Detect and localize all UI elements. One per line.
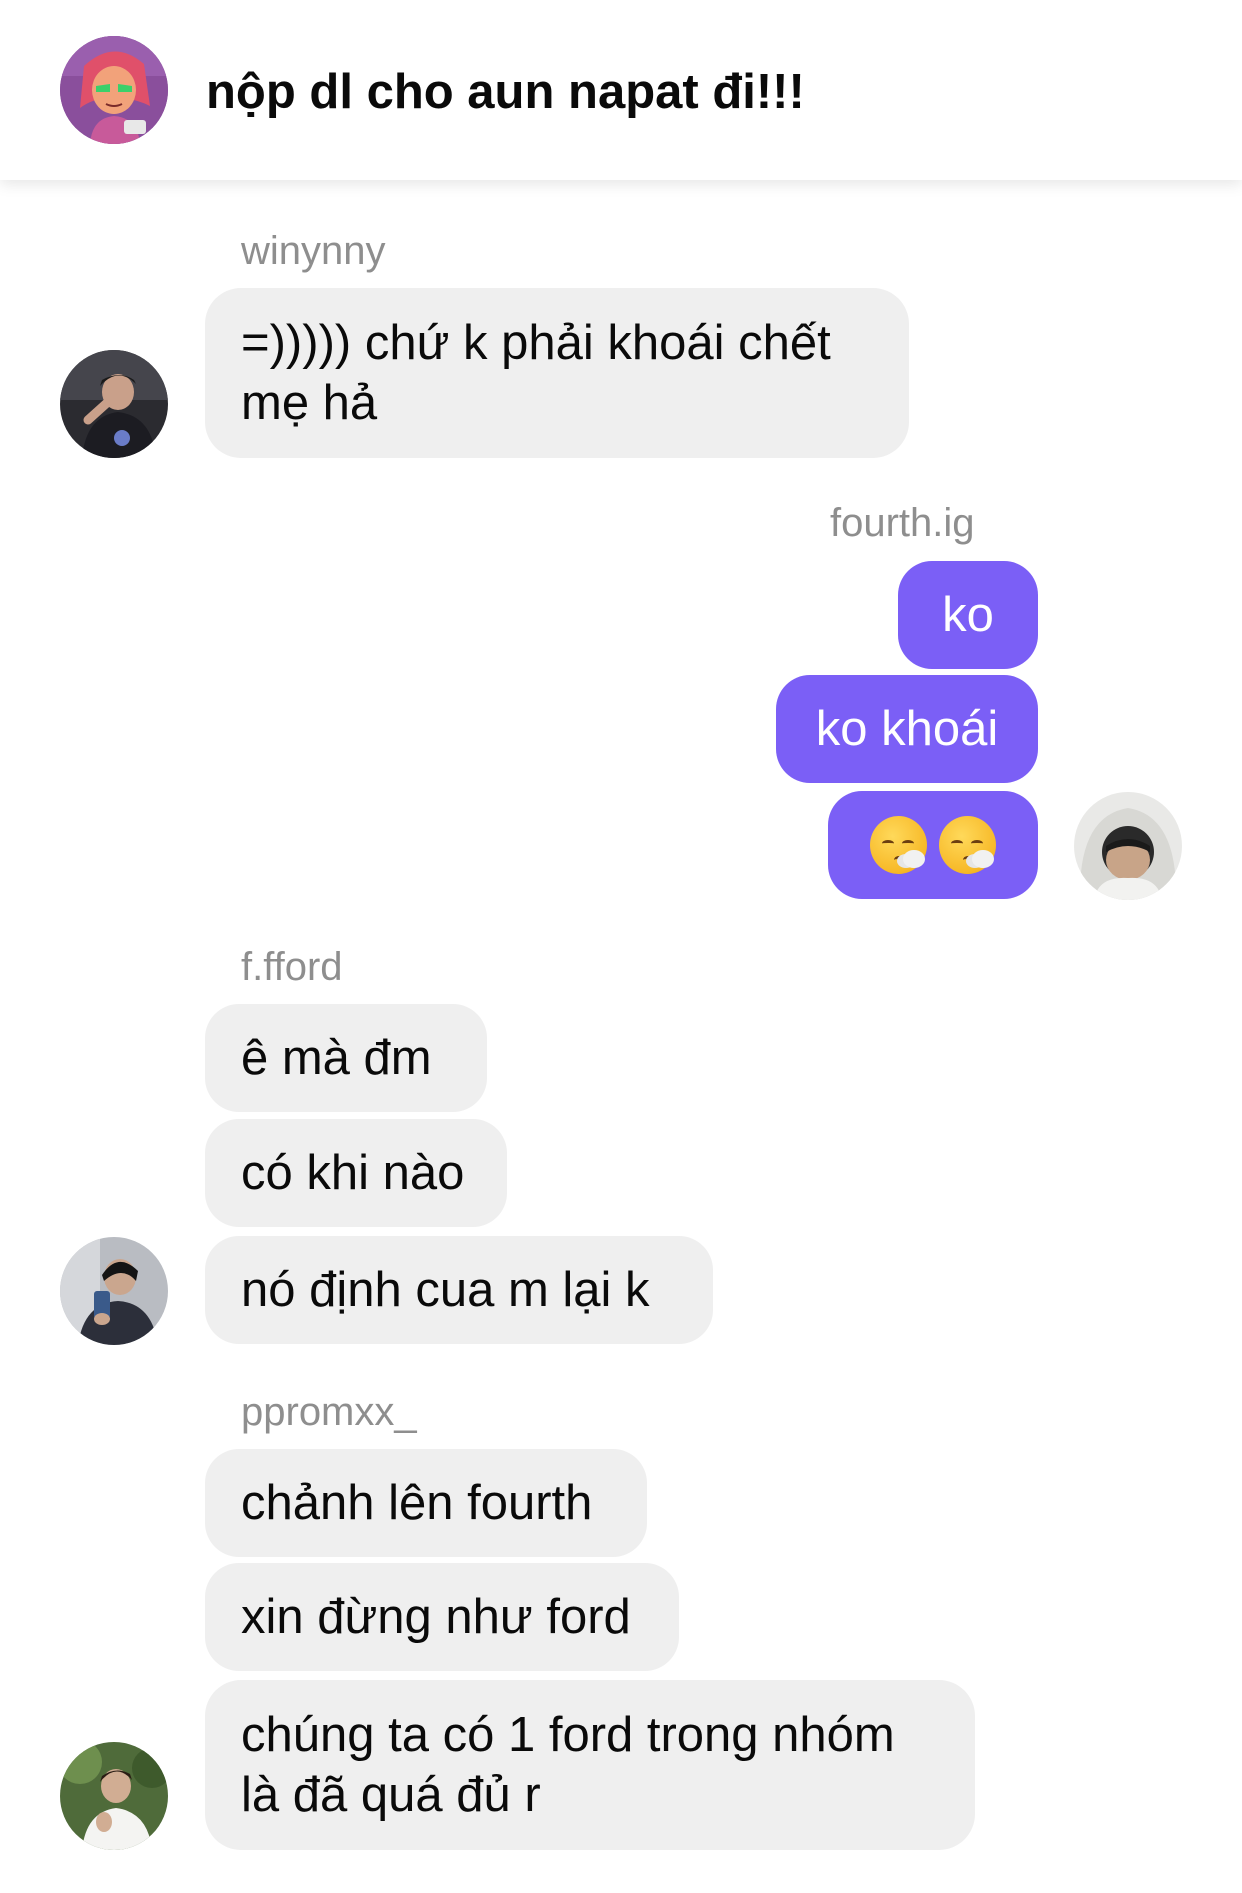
message-bubble[interactable]: chúng ta có 1 ford trong nhóm là đã quá … [205, 1680, 975, 1850]
sender-name: f.fford [241, 945, 343, 989]
sender-name: winynny [241, 229, 386, 273]
avatar-winynny[interactable] [60, 350, 168, 458]
user-photo-icon [60, 350, 168, 458]
exhaling-face-icon [870, 816, 927, 874]
user-photo-icon [1074, 792, 1182, 900]
user-photo-icon [60, 1742, 168, 1850]
message-text: ko [942, 588, 994, 642]
avatar-fourth[interactable] [1074, 792, 1182, 900]
message-text: ê mà đm [241, 1031, 432, 1085]
message-bubble[interactable]: ê mà đm [205, 1004, 487, 1112]
message-bubble[interactable]: chảnh lên fourth [205, 1449, 647, 1557]
chat-title: nộp dl cho aun napat đi!!! [206, 65, 805, 119]
message-bubble[interactable]: xin đừng như ford [205, 1563, 679, 1671]
sender-name: fourth.ig [830, 501, 975, 545]
avatar-fford[interactable] [60, 1237, 168, 1345]
message-text: có khi nào [241, 1146, 465, 1200]
message-bubble[interactable] [828, 791, 1038, 899]
avatar-ppromxx[interactable] [60, 1742, 168, 1850]
message-bubble[interactable]: =))))) chứ k phải khoái chết mẹ hả [205, 288, 909, 458]
user-photo-icon [60, 1237, 168, 1345]
group-avatar-icon [60, 36, 168, 144]
message-text: =))))) chứ k phải khoái chết mẹ hả [241, 316, 831, 430]
group-avatar[interactable] [60, 36, 168, 144]
message-bubble[interactable]: nó định cua m lại k [205, 1236, 713, 1344]
message-text: ko khoái [815, 702, 999, 756]
message-text: chúng ta có 1 ford trong nhóm là đã quá … [241, 1708, 895, 1822]
exhaling-face-icon [939, 816, 996, 874]
message-text: xin đừng như ford [241, 1590, 631, 1644]
message-text: chảnh lên fourth [241, 1476, 593, 1530]
chat-header: nộp dl cho aun napat đi!!! [0, 0, 1242, 180]
message-bubble[interactable]: ko [898, 561, 1038, 669]
sender-name: ppromxx_ [241, 1390, 417, 1434]
message-bubble[interactable]: có khi nào [205, 1119, 507, 1227]
message-bubble[interactable]: ko khoái [776, 675, 1038, 783]
message-text: nó định cua m lại k [241, 1263, 650, 1317]
